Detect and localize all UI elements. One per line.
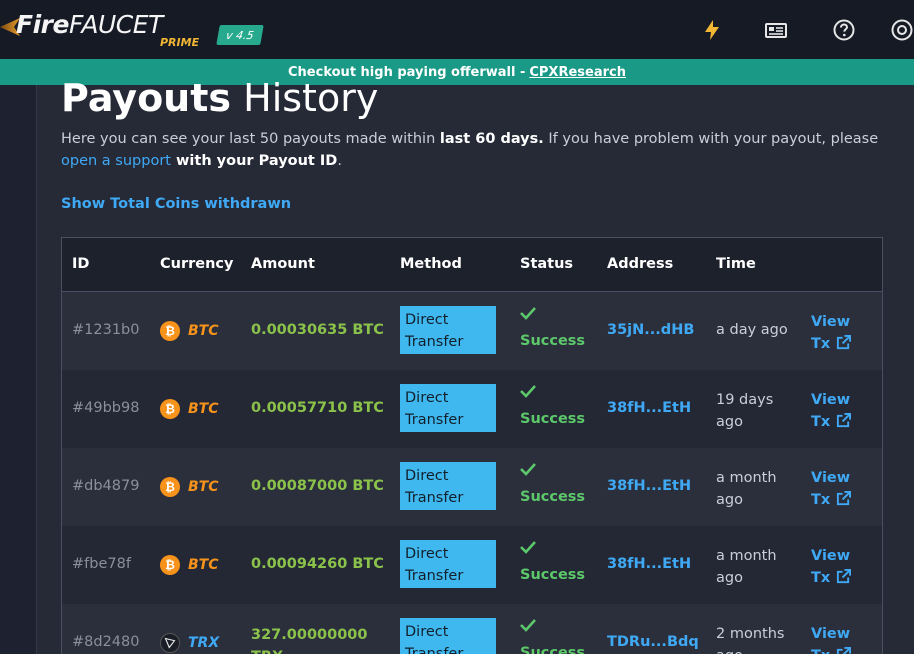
- header-time: Time: [716, 256, 756, 272]
- address-link[interactable]: 38fH...EtH: [607, 556, 691, 572]
- currency-name: BTC: [188, 323, 219, 339]
- payout-amount: 0.00087000 BTC: [251, 478, 384, 494]
- header-id: ID: [72, 256, 90, 272]
- table-row: #fbe78f ₿ BTC 0.00094260 BTC Direct Tran…: [62, 526, 882, 604]
- payout-id: #8d2480: [72, 634, 140, 650]
- show-total-coins-link[interactable]: Show Total Coins withdrawn: [61, 196, 291, 212]
- method-badge: Direct Transfer: [400, 306, 496, 354]
- header-amount: Amount: [251, 256, 315, 272]
- tron-icon: [160, 633, 180, 653]
- table-row: #db4879 ₿ BTC 0.00087000 BTC Direct Tran…: [62, 448, 882, 526]
- table-row: #1231b0 ₿ BTC 0.00030635 BTC Direct Tran…: [62, 292, 882, 370]
- title-light: History: [243, 76, 379, 120]
- currency-name: TRX: [188, 635, 220, 651]
- logo-faucet: FAUCET: [68, 10, 163, 39]
- external-link-icon: [837, 335, 852, 350]
- check-icon: [520, 307, 536, 320]
- title-bold: Payouts: [61, 76, 232, 120]
- external-link-icon: [837, 413, 852, 428]
- currency-name: BTC: [188, 557, 219, 573]
- payout-id: #49bb98: [72, 400, 140, 416]
- address-link[interactable]: 38fH...EtH: [607, 400, 691, 416]
- view-tx-link[interactable]: View Tx: [811, 467, 871, 511]
- method-badge: Direct Transfer: [400, 618, 496, 654]
- currency-name: BTC: [188, 401, 219, 417]
- status-text: Success: [520, 333, 586, 349]
- payout-time: 2 months ago: [716, 626, 785, 654]
- payouts-table: ID Currency Amount Method Status Address…: [61, 237, 883, 654]
- open-support-link[interactable]: open a support: [61, 153, 171, 169]
- page-title: Payouts History: [61, 76, 378, 120]
- header-method: Method: [400, 256, 462, 272]
- check-icon: [520, 385, 536, 398]
- firefaucet-logo[interactable]: FireFAUCET PRIME v 4.5: [0, 8, 270, 52]
- check-icon: [520, 619, 536, 632]
- view-tx-link[interactable]: View Tx: [811, 623, 871, 654]
- cpxresearch-link[interactable]: CPXResearch: [529, 65, 626, 80]
- view-tx-link[interactable]: View Tx: [811, 545, 871, 589]
- status-text: Success: [520, 411, 586, 427]
- payout-time: a day ago: [716, 322, 788, 338]
- address-link[interactable]: TDRu...Bdq: [607, 634, 699, 650]
- address-link[interactable]: 35jN...dHB: [607, 322, 694, 338]
- bitcoin-icon: ₿: [160, 321, 180, 341]
- currency-name: BTC: [188, 479, 219, 495]
- payout-amount: 0.00030635 BTC: [251, 322, 384, 338]
- payout-time: a month ago: [716, 548, 777, 586]
- address-link[interactable]: 38fH...EtH: [607, 478, 691, 494]
- lifebuoy-icon[interactable]: [890, 18, 914, 42]
- payout-id: #db4879: [72, 478, 140, 494]
- logo-prime: PRIME: [160, 36, 200, 49]
- table-header: ID Currency Amount Method Status Address…: [62, 238, 882, 292]
- check-icon: [520, 463, 536, 476]
- external-link-icon: [837, 491, 852, 506]
- method-badge: Direct Transfer: [400, 462, 496, 510]
- external-link-icon: [837, 569, 852, 584]
- payout-time: a month ago: [716, 470, 777, 508]
- table-row: #8d2480 TRX 327.00000000 TRX Direct Tran…: [62, 604, 882, 654]
- bitcoin-icon: ₿: [160, 399, 180, 419]
- bitcoin-icon: ₿: [160, 555, 180, 575]
- version-badge: v 4.5: [216, 25, 264, 45]
- payout-amount: 0.00094260 BTC: [251, 556, 384, 572]
- bitcoin-icon: ₿: [160, 477, 180, 497]
- status-text: Success: [520, 645, 586, 654]
- view-tx-link[interactable]: View Tx: [811, 311, 871, 355]
- payout-id: #fbe78f: [72, 556, 131, 572]
- header-address: Address: [607, 256, 674, 272]
- top-navbar: FireFAUCET PRIME v 4.5: [0, 0, 914, 59]
- payout-amount: 0.00057710 BTC: [251, 400, 384, 416]
- method-badge: Direct Transfer: [400, 540, 496, 588]
- method-badge: Direct Transfer: [400, 384, 496, 432]
- lightning-icon[interactable]: [700, 18, 724, 42]
- desc-text: Here you can see your last 50 payouts ma…: [61, 131, 440, 147]
- status-text: Success: [520, 567, 586, 583]
- table-row: #49bb98 ₿ BTC 0.00057710 BTC Direct Tran…: [62, 370, 882, 448]
- status-text: Success: [520, 489, 586, 505]
- desc-text: .: [337, 153, 342, 169]
- desc-bold: with your Payout ID: [170, 153, 338, 169]
- payout-amount: 327.00000000 TRX: [251, 627, 368, 654]
- newspaper-icon[interactable]: [764, 18, 788, 42]
- payout-time: 19 days ago: [716, 392, 774, 430]
- desc-bold: last 60 days.: [439, 131, 544, 147]
- help-icon[interactable]: [832, 18, 856, 42]
- payout-id: #1231b0: [72, 322, 140, 338]
- page-description: Here you can see your last 50 payouts ma…: [61, 128, 891, 172]
- external-link-icon: [837, 647, 852, 654]
- header-status: Status: [520, 256, 574, 272]
- check-icon: [520, 541, 536, 554]
- view-tx-link[interactable]: View Tx: [811, 389, 871, 433]
- header-currency: Currency: [160, 256, 234, 272]
- logo-fire: Fire: [16, 10, 69, 39]
- desc-text: If you have problem with your payout, pl…: [543, 131, 879, 147]
